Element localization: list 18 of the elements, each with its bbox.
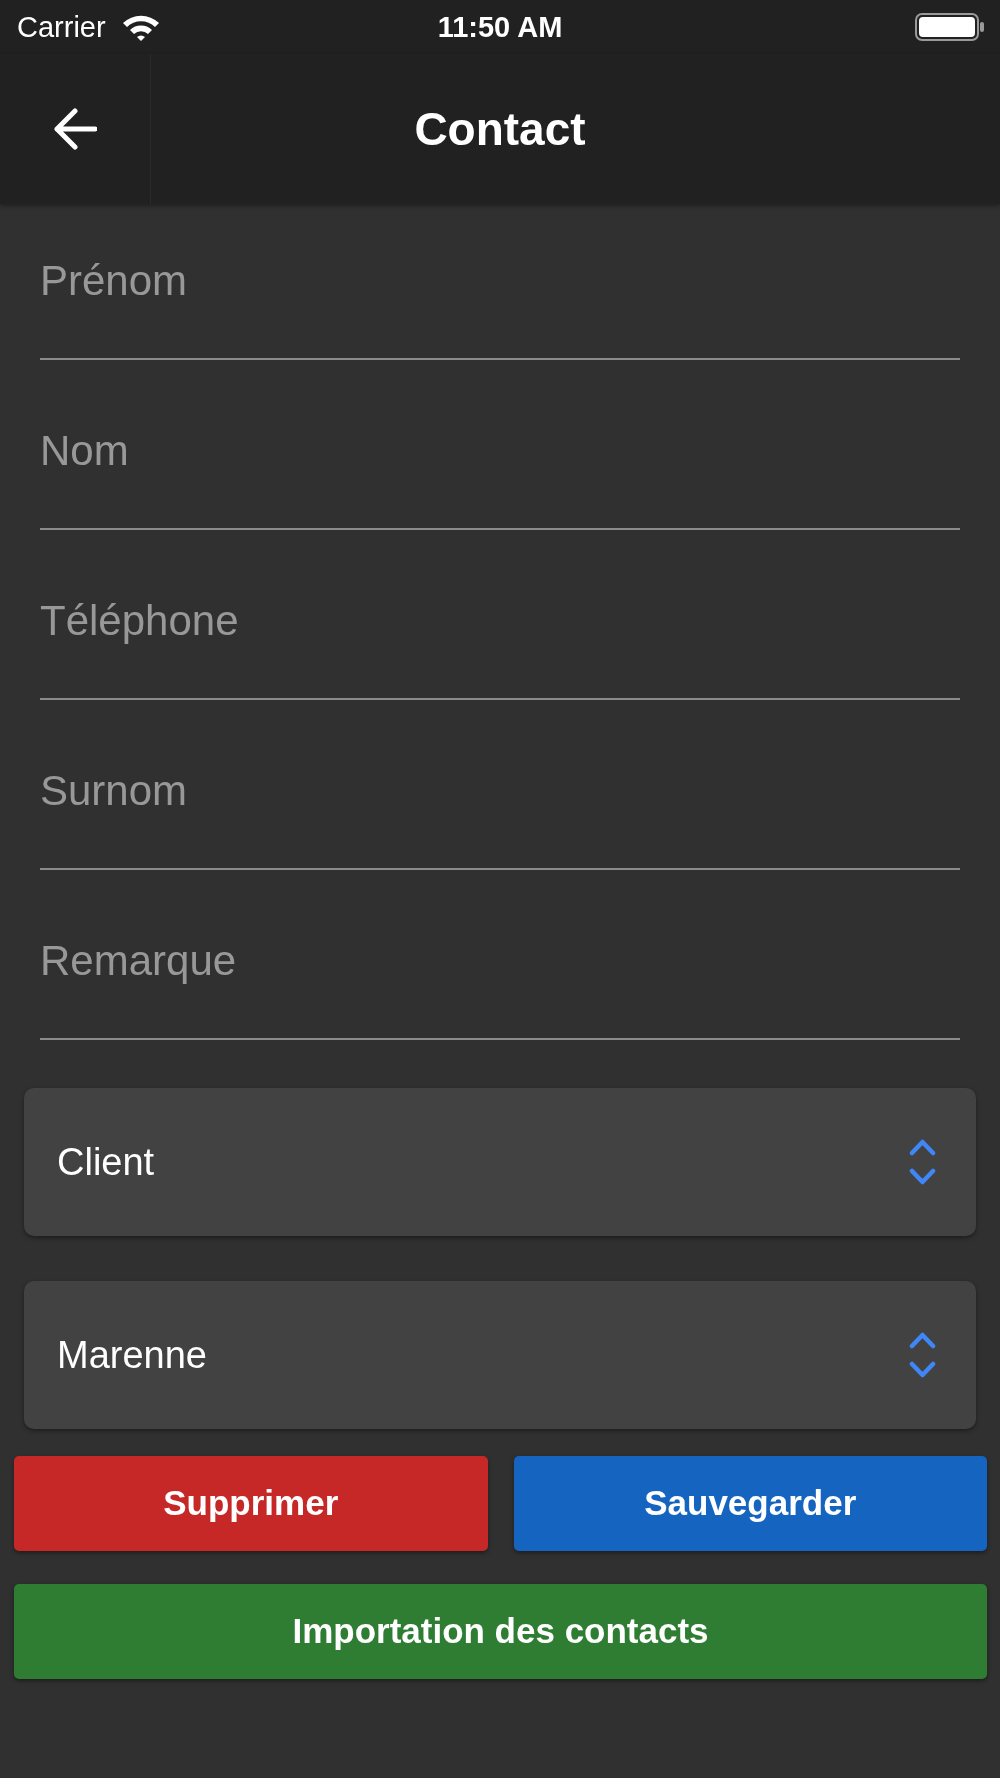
up-down-chevron-icon (909, 1331, 936, 1379)
arrow-left-icon (53, 108, 97, 150)
battery-icon (915, 13, 985, 41)
action-button[interactable]: Supprimer (14, 1456, 488, 1551)
action-button[interactable]: Importation des contacts (14, 1584, 987, 1679)
action-button[interactable]: Sauvegarder (513, 1456, 987, 1551)
wifi-icon (121, 13, 160, 41)
text-field[interactable]: Nom (40, 374, 960, 530)
text-field[interactable]: Téléphone (40, 544, 960, 700)
select-field[interactable]: Marenne (24, 1281, 976, 1429)
text-field[interactable]: Remarque (40, 884, 960, 1040)
up-down-chevron-icon (909, 1138, 936, 1186)
text-field[interactable]: Surnom (40, 714, 960, 870)
page-title: Contact (414, 106, 586, 152)
select-field[interactable]: Client (24, 1088, 976, 1236)
status-time: 11:50 AM (437, 12, 563, 42)
text-field[interactable]: Prénom (40, 204, 960, 360)
carrier-name: Carrier (17, 12, 106, 42)
